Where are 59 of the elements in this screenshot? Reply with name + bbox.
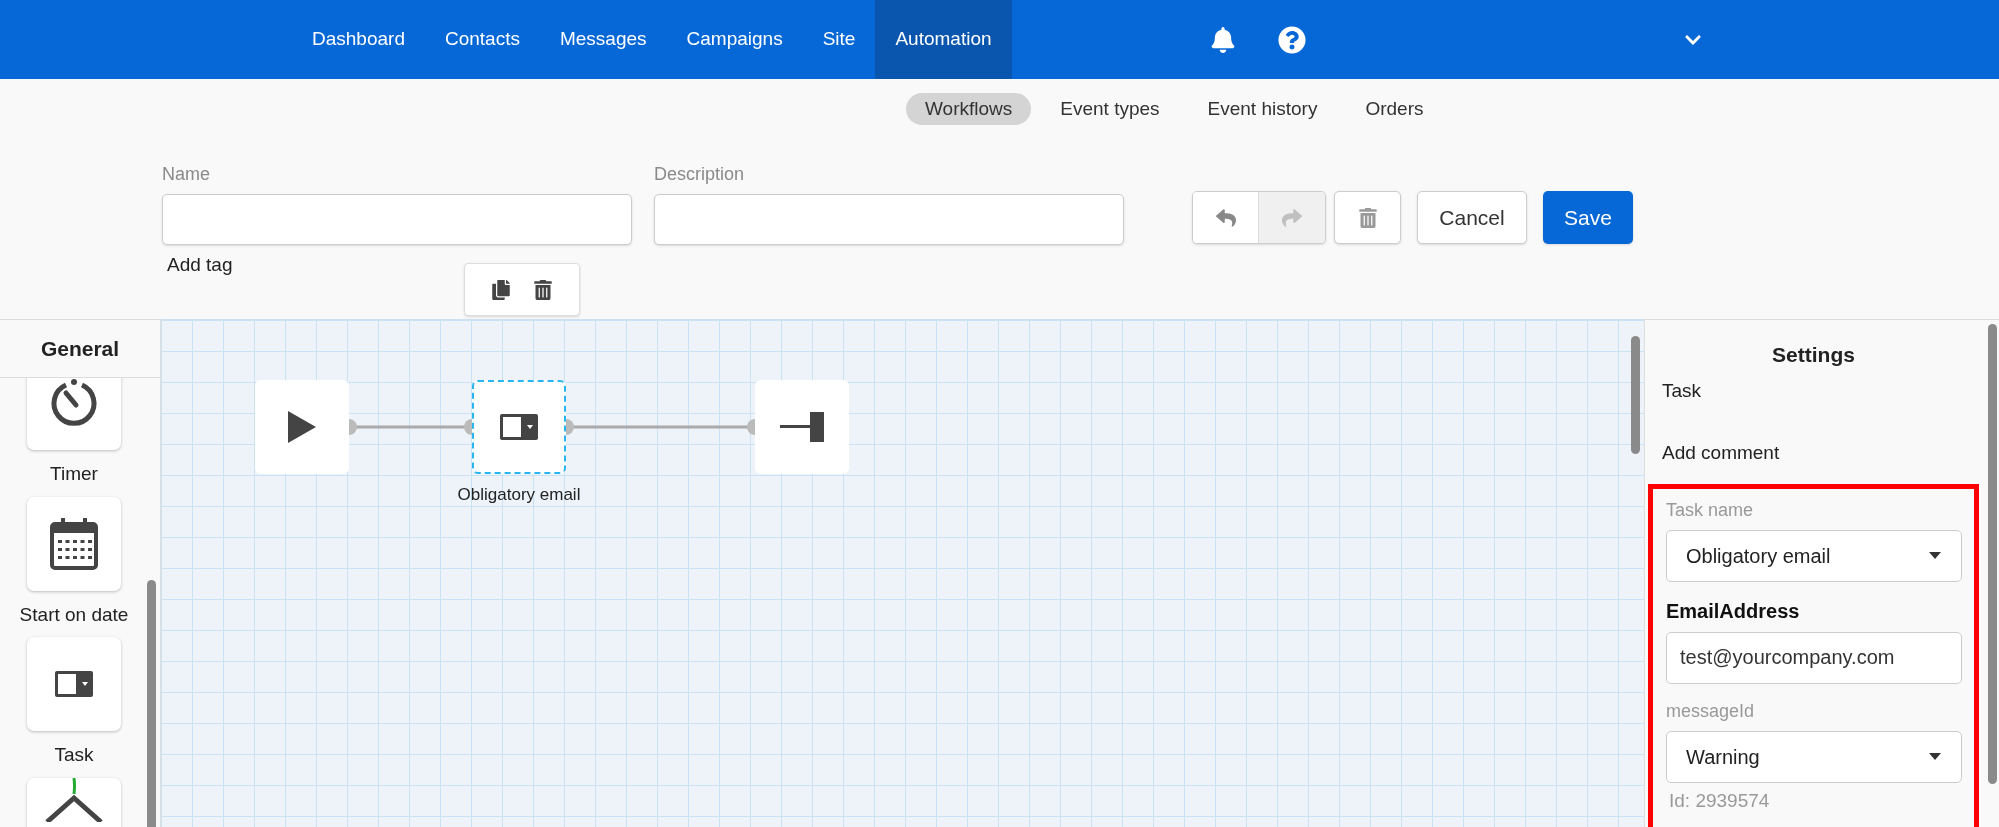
nav-tab[interactable]: Site	[802, 0, 876, 79]
save-button[interactable]: Save	[1543, 191, 1633, 244]
task-icon	[499, 413, 539, 441]
undo-button[interactable]	[1193, 192, 1259, 243]
workflow-node[interactable]	[255, 380, 349, 474]
sub-tab[interactable]: Event types	[1041, 93, 1179, 125]
palette-label: Timer	[50, 462, 98, 486]
select-field[interactable]: Warning	[1666, 730, 1962, 783]
field-label: Name	[162, 163, 211, 186]
select-field[interactable]: Obligatory email	[1666, 529, 1962, 582]
workflow-node[interactable]	[472, 380, 566, 474]
scrollbar-thumb[interactable]	[1988, 324, 1997, 784]
text-input[interactable]: test@yourcompany.com	[1666, 631, 1962, 684]
trash-icon	[1357, 207, 1378, 228]
trash-icon[interactable]	[533, 279, 553, 300]
sub-tab[interactable]: Orders	[1346, 93, 1443, 125]
palette-tile[interactable]	[27, 496, 121, 591]
cancel-button[interactable]: Cancel	[1417, 191, 1527, 244]
sub-tab[interactable]: Workflows	[906, 93, 1032, 125]
field-label: messageId	[1666, 699, 1756, 723]
notification-bell-icon[interactable]	[1209, 26, 1236, 53]
task-icon	[54, 670, 94, 698]
sub-tab[interactable]: Event history	[1188, 93, 1337, 125]
node-label: Obligatory email	[457, 484, 581, 506]
palette-label: Start on date	[19, 602, 129, 627]
settings-title: Settings	[1772, 342, 1855, 368]
redo-icon	[1282, 207, 1302, 228]
copy-icon[interactable]	[491, 279, 511, 300]
caret-icon	[1929, 552, 1941, 559]
scrollbar-thumb[interactable]	[147, 580, 156, 827]
id-text: Id: 2939574	[1669, 788, 1771, 813]
nav-tab[interactable]: Messages	[539, 0, 667, 79]
node-type-label: Task	[1662, 378, 1702, 403]
nav-tab[interactable]: Automation	[875, 0, 1012, 79]
workflow-node[interactable]	[755, 380, 849, 474]
field-label: Description	[654, 163, 746, 186]
add-tag-link[interactable]: Add tag	[167, 254, 233, 275]
nav-tab[interactable]: Contacts	[424, 0, 540, 79]
end-icon	[780, 412, 824, 442]
field-label: EmailAddress	[1666, 598, 1801, 624]
field-label: Task name	[1666, 498, 1755, 522]
palette-tile[interactable]	[27, 637, 121, 731]
scrollbar-thumb[interactable]	[1631, 336, 1640, 454]
nav-tab[interactable]: Campaigns	[666, 0, 803, 79]
text-input[interactable]	[162, 194, 632, 245]
add-comment-link[interactable]: Add comment	[1662, 439, 1780, 468]
play-icon	[286, 409, 318, 445]
text-input[interactable]	[654, 194, 1124, 245]
delete-button[interactable]	[1334, 191, 1401, 244]
undo-icon	[1215, 207, 1236, 228]
palette-tile[interactable]	[27, 378, 121, 450]
palette-label: Task	[54, 743, 94, 767]
diamond-icon	[45, 777, 103, 822]
help-icon[interactable]	[1277, 25, 1306, 54]
palette-title: General	[40, 335, 120, 362]
nav-tab[interactable]: Dashboard	[292, 0, 425, 79]
calendar-icon	[49, 517, 99, 570]
timer-icon	[48, 378, 100, 429]
caret-icon	[1929, 753, 1941, 760]
